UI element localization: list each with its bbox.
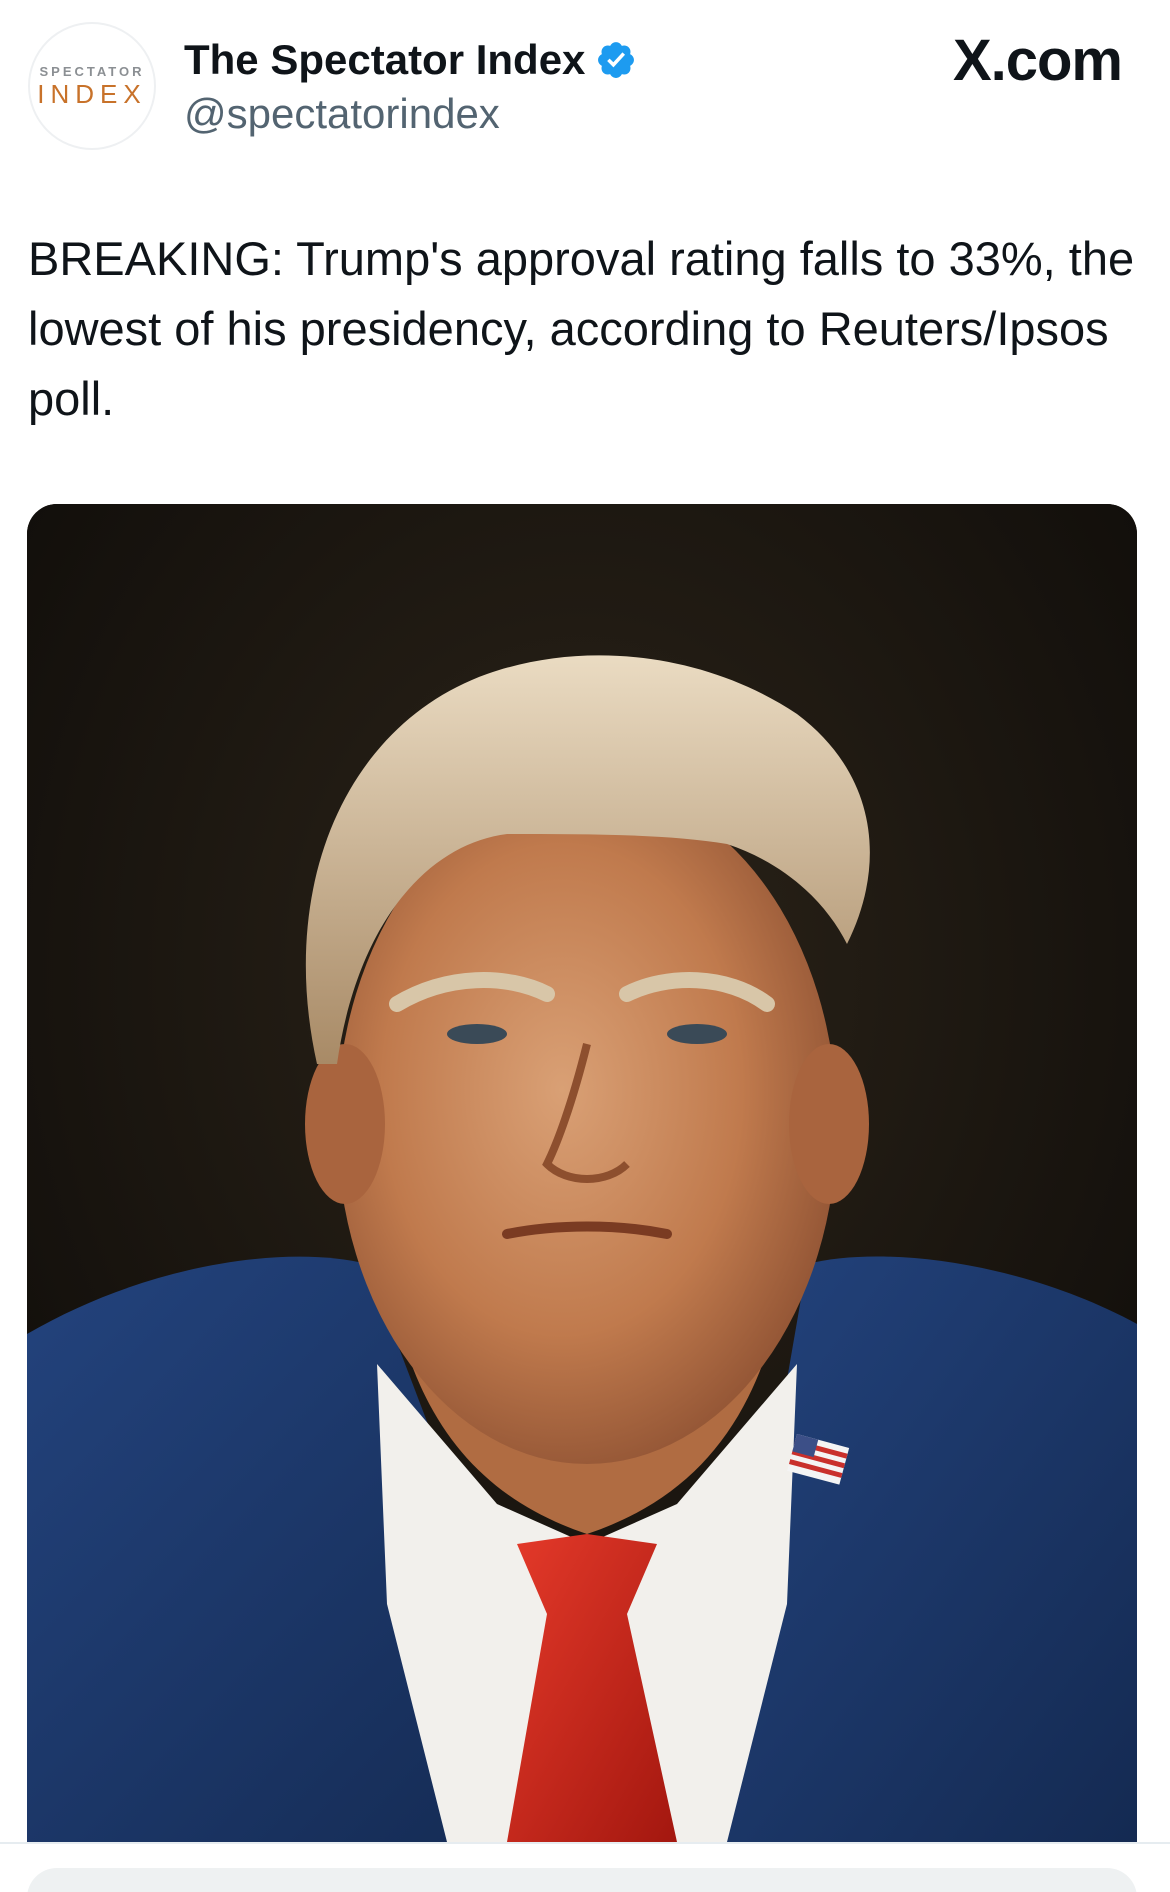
author-display-name[interactable]: The Spectator Index	[184, 34, 585, 86]
bottom-card-edge	[27, 1868, 1137, 1892]
tweet-header: SPECTATOR INDEX The Spectator Index @spe…	[0, 0, 1170, 170]
right-eye	[667, 1024, 727, 1044]
author-name-row[interactable]: The Spectator Index	[184, 34, 637, 86]
portrait-illustration	[27, 504, 1137, 1842]
author-handle[interactable]: @spectatorindex	[184, 88, 500, 140]
avatar[interactable]: SPECTATOR INDEX	[28, 22, 156, 150]
avatar-logo-bottom: INDEX	[37, 79, 147, 109]
left-ear	[305, 1044, 385, 1204]
face	[337, 784, 837, 1464]
left-eye	[447, 1024, 507, 1044]
tweet-text: BREAKING: Trump's approval rating falls …	[28, 232, 1135, 425]
right-ear	[789, 1044, 869, 1204]
x-com-label: X.com	[952, 28, 1123, 93]
tweet-photo[interactable]	[27, 504, 1137, 1842]
tweet-screenshot: SPECTATOR INDEX The Spectator Index @spe…	[0, 0, 1170, 1892]
divider	[0, 1842, 1170, 1844]
avatar-logo-top: SPECTATOR	[39, 64, 145, 79]
verified-badge-icon	[598, 42, 635, 78]
